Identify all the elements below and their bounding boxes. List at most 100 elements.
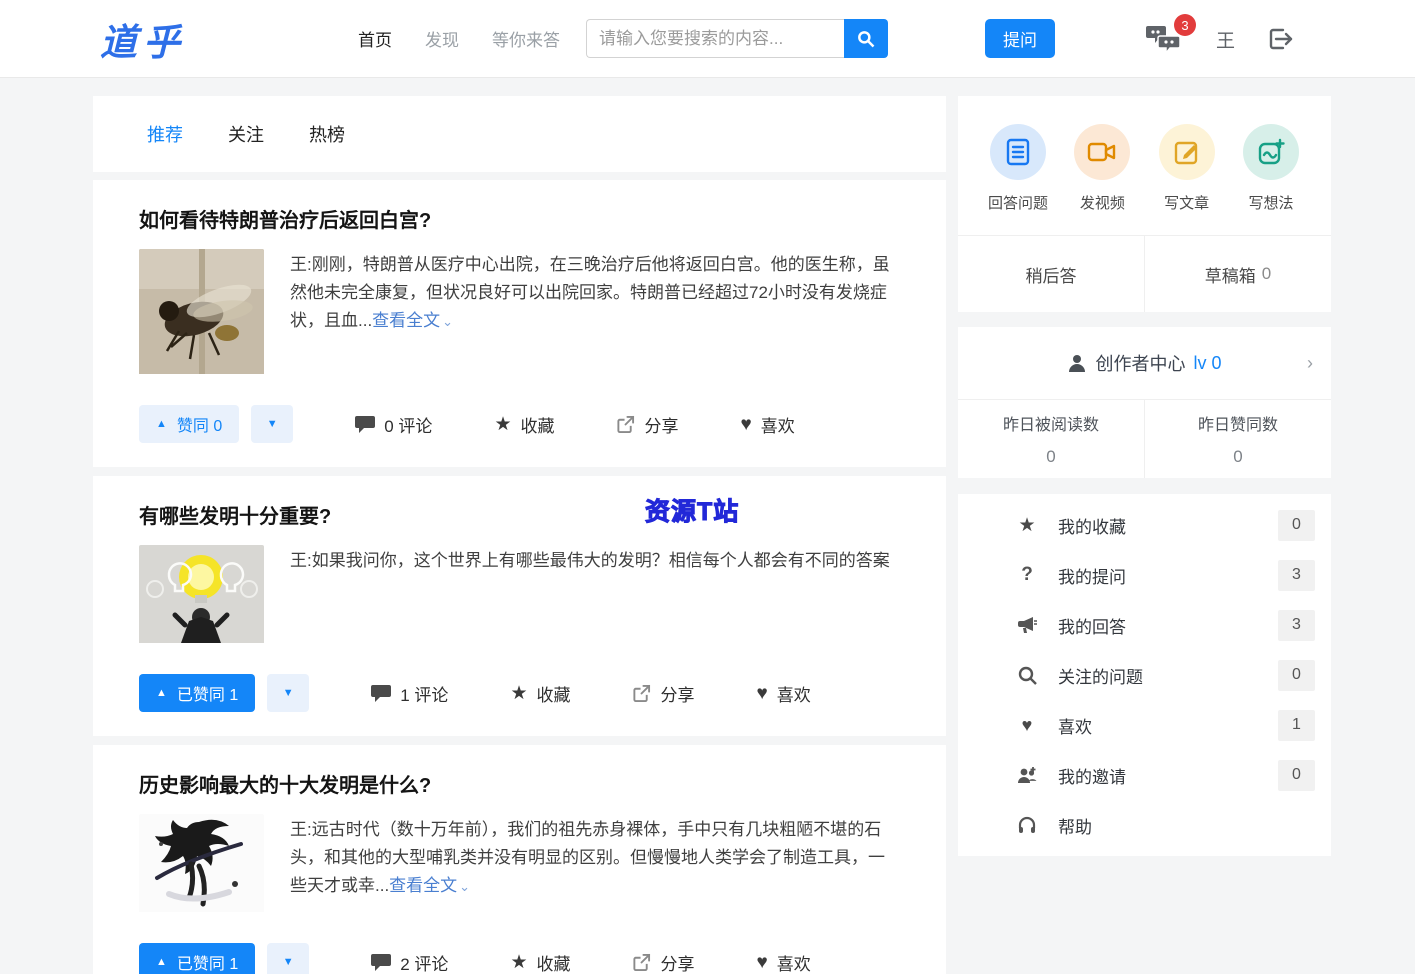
write-article-icon xyxy=(1158,124,1215,180)
tab-following[interactable]: 关注 xyxy=(228,121,264,147)
creator-level: lv 0 xyxy=(1193,352,1222,373)
logout-button[interactable] xyxy=(1265,24,1295,54)
question-actions: ▲ 已赞同 1 ▼ 1 评论 ★ 收藏 分享 ♥ 喜欢 xyxy=(139,674,900,712)
star-icon: ★ xyxy=(1018,514,1036,536)
ask-question-button[interactable]: 提问 xyxy=(985,19,1055,58)
question-thumbnail-ink-warrior[interactable] xyxy=(139,814,264,917)
magnifier-icon xyxy=(1016,666,1038,685)
upvote-label: 已赞同 1 xyxy=(176,687,239,704)
comment-icon xyxy=(371,954,392,971)
tab-hot-list[interactable]: 热榜 xyxy=(309,121,345,147)
megaphone-icon xyxy=(1016,616,1038,634)
write-article-button[interactable]: 写文章 xyxy=(1151,124,1223,213)
menu-followed-questions[interactable]: 关注的问题 0 xyxy=(958,650,1331,700)
upvote-triangle-icon: ▲ xyxy=(156,418,167,430)
upvote-button[interactable]: ▲ 已赞同 1 xyxy=(139,674,256,712)
share-button[interactable]: 分享 xyxy=(632,950,694,974)
comments-button[interactable]: 2 评论 xyxy=(371,950,448,974)
like-button[interactable]: ♥ 喜欢 xyxy=(756,681,810,706)
create-panel: 回答问题 发视频 写文章 写想法 稍后答 草稿箱 0 xyxy=(958,96,1331,312)
answer-question-icon xyxy=(990,124,1046,180)
messages-button[interactable]: 3 xyxy=(1145,14,1196,56)
page-body: 推荐 关注 热榜 如何看待特朗普治疗后返回白宫? 王:刚刚，特朗普从医疗中心出院… xyxy=(0,78,1415,974)
search-bar xyxy=(586,19,888,58)
like-button[interactable]: ♥ 喜欢 xyxy=(756,950,810,974)
read-more-link[interactable]: 查看全文 xyxy=(389,876,470,895)
share-button[interactable]: 分享 xyxy=(632,681,694,706)
tab-recommended[interactable]: 推荐 xyxy=(147,121,183,147)
menu-count-badge: 3 xyxy=(1278,609,1315,641)
heart-icon: ♥ xyxy=(756,951,768,973)
downvote-button[interactable]: ▼ xyxy=(267,943,310,974)
share-button[interactable]: 分享 xyxy=(616,412,678,437)
question-body-row: 王:如果我问你，这个世界上有哪些最伟大的发明？相信每个人都会有不同的答案 xyxy=(139,545,900,648)
answer-later-button[interactable]: 稍后答 xyxy=(958,236,1144,312)
site-logo[interactable]: 道乎 xyxy=(100,12,186,66)
upvote-label: 赞同 0 xyxy=(176,418,223,435)
user-name[interactable]: 王 xyxy=(1216,26,1235,53)
excerpt-text: 王:远古时代（数十万年前），我们的祖先赤身裸体，手中只有几块粗陋不堪的石头，和其… xyxy=(290,820,885,895)
search-input[interactable] xyxy=(586,19,844,58)
question-title[interactable]: 历史影响最大的十大发明是什么? xyxy=(139,769,900,798)
search-button[interactable] xyxy=(844,19,888,58)
menu-my-questions[interactable]: ? 我的提问 3 xyxy=(958,550,1331,600)
upvote-button[interactable]: ▲ 赞同 0 xyxy=(139,405,240,443)
question-mark-icon: ? xyxy=(1021,564,1033,585)
menu-my-invitations[interactable]: 我的邀请 0 xyxy=(958,750,1331,800)
favorite-label: 收藏 xyxy=(520,416,555,436)
nav-item-home[interactable]: 首页 xyxy=(358,26,392,51)
question-excerpt: 王:远古时代（数十万年前），我们的祖先赤身裸体，手中只有几块粗陋不堪的石头，和其… xyxy=(290,814,900,917)
question-actions: ▲ 赞同 0 ▼ 0 评论 ★ 收藏 分享 ♥ 喜欢 xyxy=(139,405,900,443)
menu-help[interactable]: 帮助 xyxy=(958,800,1331,850)
drafts-button[interactable]: 草稿箱 0 xyxy=(1144,236,1331,312)
nav-item-waiting-answer[interactable]: 等你来答 xyxy=(492,26,560,51)
chevron-right-icon: › xyxy=(1307,352,1313,373)
heart-icon: ♥ xyxy=(1021,714,1033,735)
later-drafts-row: 稍后答 草稿箱 0 xyxy=(958,235,1331,312)
user-add-icon xyxy=(1016,766,1038,784)
menu-label: 我的邀请 xyxy=(1058,767,1126,787)
like-label: 喜欢 xyxy=(776,685,811,705)
menu-likes[interactable]: ♥ 喜欢 1 xyxy=(958,700,1331,750)
question-thumbnail-bulbs[interactable] xyxy=(139,545,264,648)
favorite-button[interactable]: ★ 收藏 xyxy=(510,681,570,706)
nav-item-discover[interactable]: 发现 xyxy=(425,26,459,51)
comments-button[interactable]: 1 评论 xyxy=(371,681,448,706)
menu-label: 我的收藏 xyxy=(1058,517,1126,537)
comments-button[interactable]: 0 评论 xyxy=(355,412,432,437)
menu-my-favorites[interactable]: ★ 我的收藏 0 xyxy=(958,500,1331,550)
post-video-button[interactable]: 发视频 xyxy=(1066,124,1138,213)
question-thumbnail-fly[interactable] xyxy=(139,249,264,379)
drafts-label: 草稿箱 xyxy=(1204,266,1256,286)
excerpt-text: 王:如果我问你，这个世界上有哪些最伟大的发明？相信每个人都会有不同的答案 xyxy=(290,551,890,570)
favorite-button[interactable]: ★ 收藏 xyxy=(494,412,554,437)
read-more-link[interactable]: 查看全文 xyxy=(372,311,453,330)
write-idea-button[interactable]: 写想法 xyxy=(1235,124,1307,213)
menu-label: 帮助 xyxy=(1058,817,1092,837)
upvote-button[interactable]: ▲ 已赞同 1 xyxy=(139,943,256,974)
person-icon xyxy=(1069,355,1086,372)
creator-center-link[interactable]: 创作者中心 lv 0 › xyxy=(958,327,1331,399)
star-icon: ★ xyxy=(510,682,528,704)
menu-count-badge: 0 xyxy=(1278,509,1315,541)
search-icon xyxy=(858,30,875,47)
create-answer-button[interactable]: 回答问题 xyxy=(982,124,1054,213)
question-card: 历史影响最大的十大发明是什么? 王:远古时代（数十万年前），我们的祖先赤身裸体，… xyxy=(93,745,946,974)
favorite-button[interactable]: ★ 收藏 xyxy=(510,950,570,974)
question-title[interactable]: 有哪些发明十分重要? xyxy=(139,500,900,529)
downvote-button[interactable]: ▼ xyxy=(267,674,310,712)
header-user-area: 3 王 xyxy=(1145,0,1295,78)
question-title[interactable]: 如何看待特朗普治疗后返回白宫? xyxy=(139,204,900,233)
stat-yesterday-upvotes: 昨日赞同数 0 xyxy=(1144,400,1331,478)
downvote-button[interactable]: ▼ xyxy=(251,405,294,443)
feed-tabs: 推荐 关注 热榜 xyxy=(93,96,946,172)
like-button[interactable]: ♥ 喜欢 xyxy=(740,412,794,437)
question-excerpt: 王:如果我问你，这个世界上有哪些最伟大的发明？相信每个人都会有不同的答案 xyxy=(290,545,900,648)
main-nav: 首页 发现 等你来答 xyxy=(358,26,560,51)
creator-center-label: 创作者中心 xyxy=(1095,354,1186,374)
menu-count-badge: 0 xyxy=(1278,659,1315,691)
favorite-label: 收藏 xyxy=(536,685,571,705)
upvote-triangle-icon: ▲ xyxy=(156,687,167,699)
write-article-label: 写文章 xyxy=(1164,195,1210,212)
menu-my-answers[interactable]: 我的回答 3 xyxy=(958,600,1331,650)
